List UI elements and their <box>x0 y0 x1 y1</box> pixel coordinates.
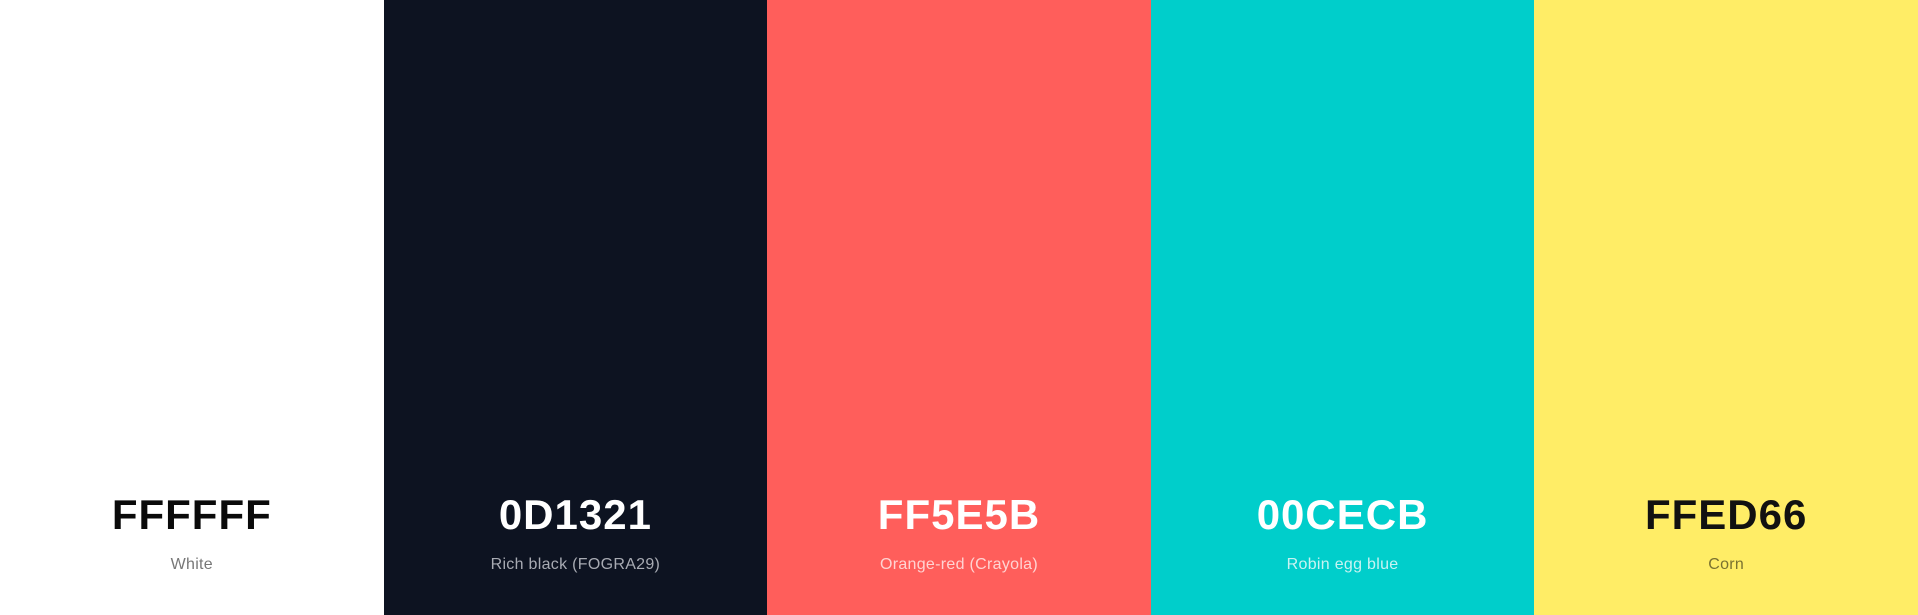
color-name: Robin egg blue <box>1286 556 1399 573</box>
hex-code: FFFFFF <box>111 491 272 538</box>
hex-code: FF5E5B <box>877 491 1041 538</box>
swatch-orange-red[interactable]: FF5E5B Orange-red (Crayola) <box>767 0 1151 615</box>
color-name: Orange-red (Crayola) <box>879 556 1039 573</box>
color-palette: FFFFFF White 0D1321 Rich black (FOGRA29)… <box>0 0 1918 615</box>
color-name: White <box>170 556 213 573</box>
hex-code: FFED66 <box>1644 491 1808 538</box>
swatch-rich-black[interactable]: 0D1321 Rich black (FOGRA29) <box>383 0 768 615</box>
hex-code: 0D1321 <box>498 491 652 538</box>
swatch-white[interactable]: FFFFFF White <box>0 0 384 615</box>
swatch-corn[interactable]: FFED66 Corn <box>1534 0 1918 615</box>
hex-code: 00CECB <box>1256 491 1429 538</box>
swatch-robin-egg-blue[interactable]: 00CECB Robin egg blue <box>1150 0 1535 615</box>
color-name: Rich black (FOGRA29) <box>490 556 661 573</box>
color-name: Corn <box>1708 556 1745 573</box>
